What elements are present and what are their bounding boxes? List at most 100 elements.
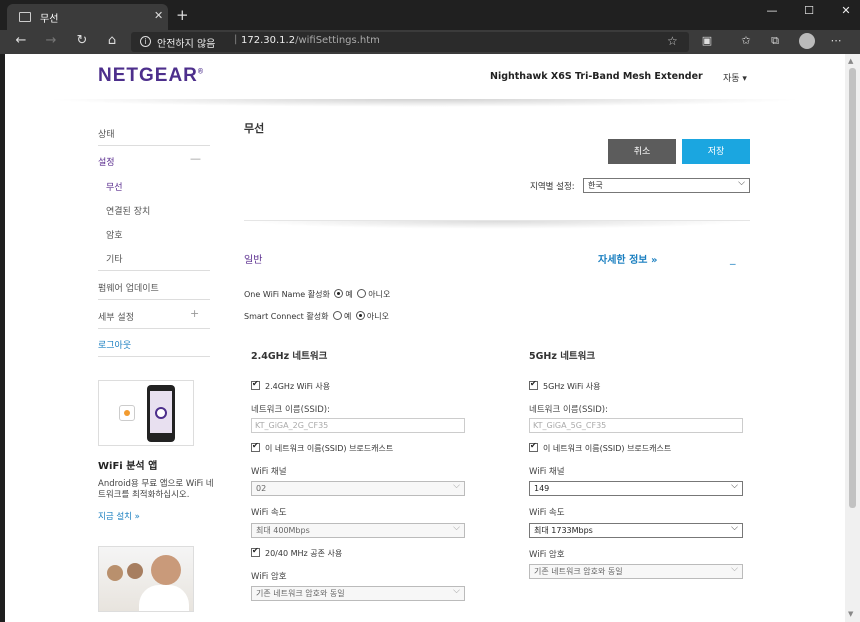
window-close-icon[interactable]: ✕	[836, 4, 856, 17]
back-icon[interactable]: ←	[12, 33, 30, 48]
smart-connect-yes-radio[interactable]	[333, 311, 342, 320]
info-icon[interactable]: i	[140, 36, 151, 47]
install-now-link[interactable]: 지금 설치 »	[98, 510, 140, 522]
minimize-icon[interactable]: —	[762, 4, 782, 17]
cancel-button[interactable]: 취소	[608, 139, 676, 164]
sidebar-item-password[interactable]: 암호	[106, 228, 123, 241]
maximize-icon[interactable]: ☐	[799, 4, 819, 17]
extension-icon[interactable]: ▣	[698, 34, 716, 47]
sidebar-item-other[interactable]: 기타	[106, 252, 123, 265]
divider-shadow	[244, 221, 750, 229]
collections-icon[interactable]: ⧉	[766, 34, 784, 48]
browser-tab[interactable]: 무선 ✕	[7, 4, 168, 30]
yes-label: 예	[344, 312, 352, 321]
page-scrollbar[interactable]: ▲ ▼	[845, 54, 860, 622]
no-label: 아니오	[366, 312, 390, 321]
page-icon	[19, 12, 31, 22]
support-agent-body	[139, 585, 189, 611]
speed-24ghz-select[interactable]: 최대 400Mbps	[251, 522, 465, 538]
more-menu-icon[interactable]: ⋯	[827, 34, 845, 47]
person-icon	[127, 563, 143, 579]
collapse-section-icon[interactable]: _	[730, 252, 736, 265]
enable-5ghz-checkbox[interactable]	[529, 379, 538, 390]
scroll-up-icon[interactable]: ▲	[848, 57, 853, 65]
divider	[98, 299, 210, 300]
language-select[interactable]: 자동 ▾	[723, 71, 747, 84]
sidebar-item-advanced[interactable]: 세부 설정	[98, 310, 134, 323]
ssid-5ghz-input[interactable]: KT_GiGA_5G_CF35	[529, 418, 743, 433]
product-name: Nighthawk X6S Tri-Band Mesh Extender	[490, 71, 703, 82]
enable-24ghz-label: 2.4GHz WiFi 사용	[265, 382, 331, 391]
coexist-label: 20/40 MHz 공존 사용	[265, 549, 343, 558]
enable-24ghz-row: 2.4GHz WiFi 사용	[251, 379, 331, 392]
one-wifi-name-row: One WiFi Name 활성화 예 아니오	[244, 289, 390, 300]
ssid-24ghz-input[interactable]: KT_GiGA_2G_CF35	[251, 418, 465, 433]
wifi-analytics-app-image[interactable]	[98, 380, 194, 446]
smart-connect-no-radio[interactable]	[355, 311, 365, 320]
coexist-row: 20/40 MHz 공존 사용	[251, 546, 343, 559]
region-select[interactable]: 한국	[583, 177, 750, 193]
scroll-down-icon[interactable]: ▼	[848, 610, 853, 618]
favorites-icon[interactable]: ✩	[737, 34, 755, 47]
divider	[98, 328, 210, 329]
smart-connect-label: Smart Connect 활성화	[244, 312, 329, 321]
one-wifi-no-radio[interactable]	[357, 289, 367, 298]
no-label: 아니오	[368, 290, 391, 299]
profile-avatar[interactable]	[799, 33, 815, 49]
router-page: NETGEAR® Nighthawk X6S Tri-Band Mesh Ext…	[5, 54, 845, 622]
security-5ghz-select[interactable]: 기존 네트워크 암호와 동일	[529, 563, 743, 579]
app-promo-description: Android용 무료 앱으로 WiFi 네트워크를 최적화하십시오.	[98, 479, 214, 500]
security-24ghz-select[interactable]: 기존 네트워크 암호와 동일	[251, 585, 465, 601]
sidebar-item-wireless[interactable]: 무선	[106, 180, 123, 193]
url-text[interactable]: 172.30.1.2/wifiSettings.htm	[241, 35, 380, 46]
region-label: 지역별 설정:	[530, 182, 575, 192]
enable-5ghz-label: 5GHz WiFi 사용	[543, 382, 601, 391]
broadcast-5ghz-checkbox[interactable]	[529, 441, 538, 452]
one-wifi-yes-radio[interactable]	[334, 289, 344, 298]
favorite-star-icon[interactable]: ☆	[667, 34, 678, 48]
support-image[interactable]	[98, 546, 194, 612]
url-path: /wifiSettings.htm	[295, 35, 380, 46]
ssid-5ghz-label: 네트워크 이름(SSID):	[529, 405, 608, 415]
page-title: 무선	[244, 122, 265, 135]
speed-5ghz-select[interactable]: 최대 1733Mbps	[529, 522, 743, 538]
broadcast-24ghz-row: 이 네트워크 이름(SSID) 브로드캐스트	[251, 441, 394, 454]
expand-icon[interactable]: +	[190, 307, 199, 320]
save-button[interactable]: 저장	[682, 139, 750, 164]
forward-icon[interactable]: →	[42, 33, 60, 48]
one-wifi-name-label: One WiFi Name 활성화	[244, 290, 330, 299]
general-section-title: 일반	[244, 255, 263, 266]
logout-link[interactable]: 로그아웃	[98, 338, 131, 351]
more-info-link[interactable]: 자세한 정보 »	[598, 251, 657, 266]
channel-24ghz-select[interactable]: 02	[251, 480, 465, 496]
new-tab-button[interactable]: +	[176, 6, 189, 24]
coexist-checkbox[interactable]	[251, 546, 260, 557]
collapse-icon[interactable]: —	[190, 152, 201, 165]
close-tab-icon[interactable]: ✕	[154, 9, 163, 22]
home-icon[interactable]: ⌂	[103, 33, 121, 48]
address-toolbar: ← → ↻ ⌂ i 안전하지 않음 | 172.30.1.2/wifiSetti…	[0, 30, 860, 54]
sidebar-item-connected-devices[interactable]: 연결된 장치	[106, 204, 150, 217]
enable-24ghz-checkbox[interactable]	[251, 379, 260, 390]
browser-tab-bar: 무선 ✕ + — ☐ ✕	[0, 0, 860, 30]
divider	[98, 356, 210, 357]
broadcast-5ghz-label: 이 네트워크 이름(SSID) 브로드캐스트	[543, 444, 672, 453]
divider	[98, 270, 210, 271]
security-status[interactable]: 안전하지 않음	[157, 35, 215, 50]
gauge-icon	[155, 407, 167, 419]
url-bar[interactable]: i 안전하지 않음 | 172.30.1.2/wifiSettings.htm …	[131, 32, 689, 52]
broadcast-24ghz-checkbox[interactable]	[251, 441, 260, 452]
sidebar-item-firmware[interactable]: 펌웨어 업데이트	[98, 281, 159, 294]
scroll-thumb[interactable]	[849, 68, 856, 508]
brand-text: NETGEAR	[98, 65, 198, 86]
yes-label: 예	[345, 290, 353, 299]
app-logo-icon	[119, 405, 135, 421]
sidebar-item-status[interactable]: 상태	[98, 127, 115, 140]
sidebar-item-settings[interactable]: 설정	[98, 155, 115, 168]
security-5ghz-label: WiFi 암호	[529, 550, 565, 560]
brand-mark: ®	[197, 68, 205, 76]
enable-5ghz-row: 5GHz WiFi 사용	[529, 379, 601, 392]
refresh-icon[interactable]: ↻	[73, 33, 91, 48]
broadcast-24ghz-label: 이 네트워크 이름(SSID) 브로드캐스트	[265, 444, 394, 453]
channel-5ghz-select[interactable]: 149	[529, 480, 743, 496]
